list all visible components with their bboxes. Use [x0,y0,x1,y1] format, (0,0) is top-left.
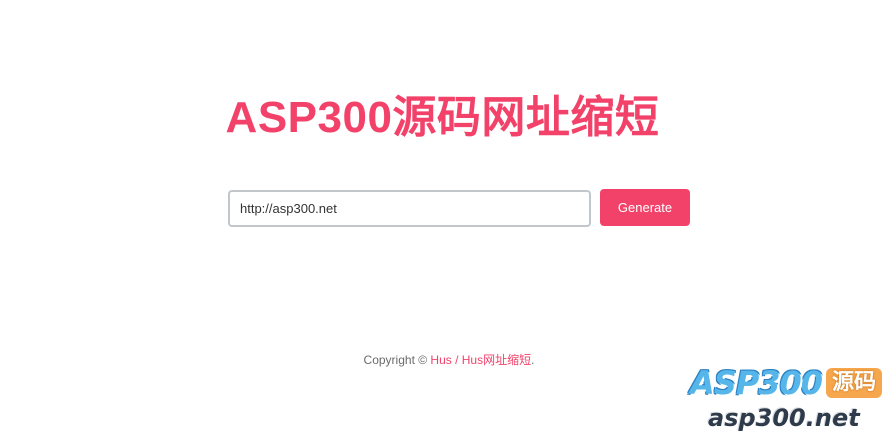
url-input[interactable] [228,190,591,227]
page: ASP300源码网址缩短 Generate Copyright © Hus / … [0,0,885,441]
page-title: ASP300源码网址缩短 [225,93,660,142]
shorten-form: Generate [228,189,690,227]
copyright-text: Copyright © [363,353,431,367]
footer-link[interactable]: Hus / Hus网址缩短 [430,353,531,367]
watermark-domain: asp300.net [708,404,860,432]
footer-suffix: . [531,353,535,367]
generate-button[interactable]: Generate [600,189,690,226]
watermark-brand: ASP300 [690,364,823,402]
watermark-badge: 源码 [826,368,882,398]
watermark-logo: ASP300 源码 asp300.net [688,362,885,441]
